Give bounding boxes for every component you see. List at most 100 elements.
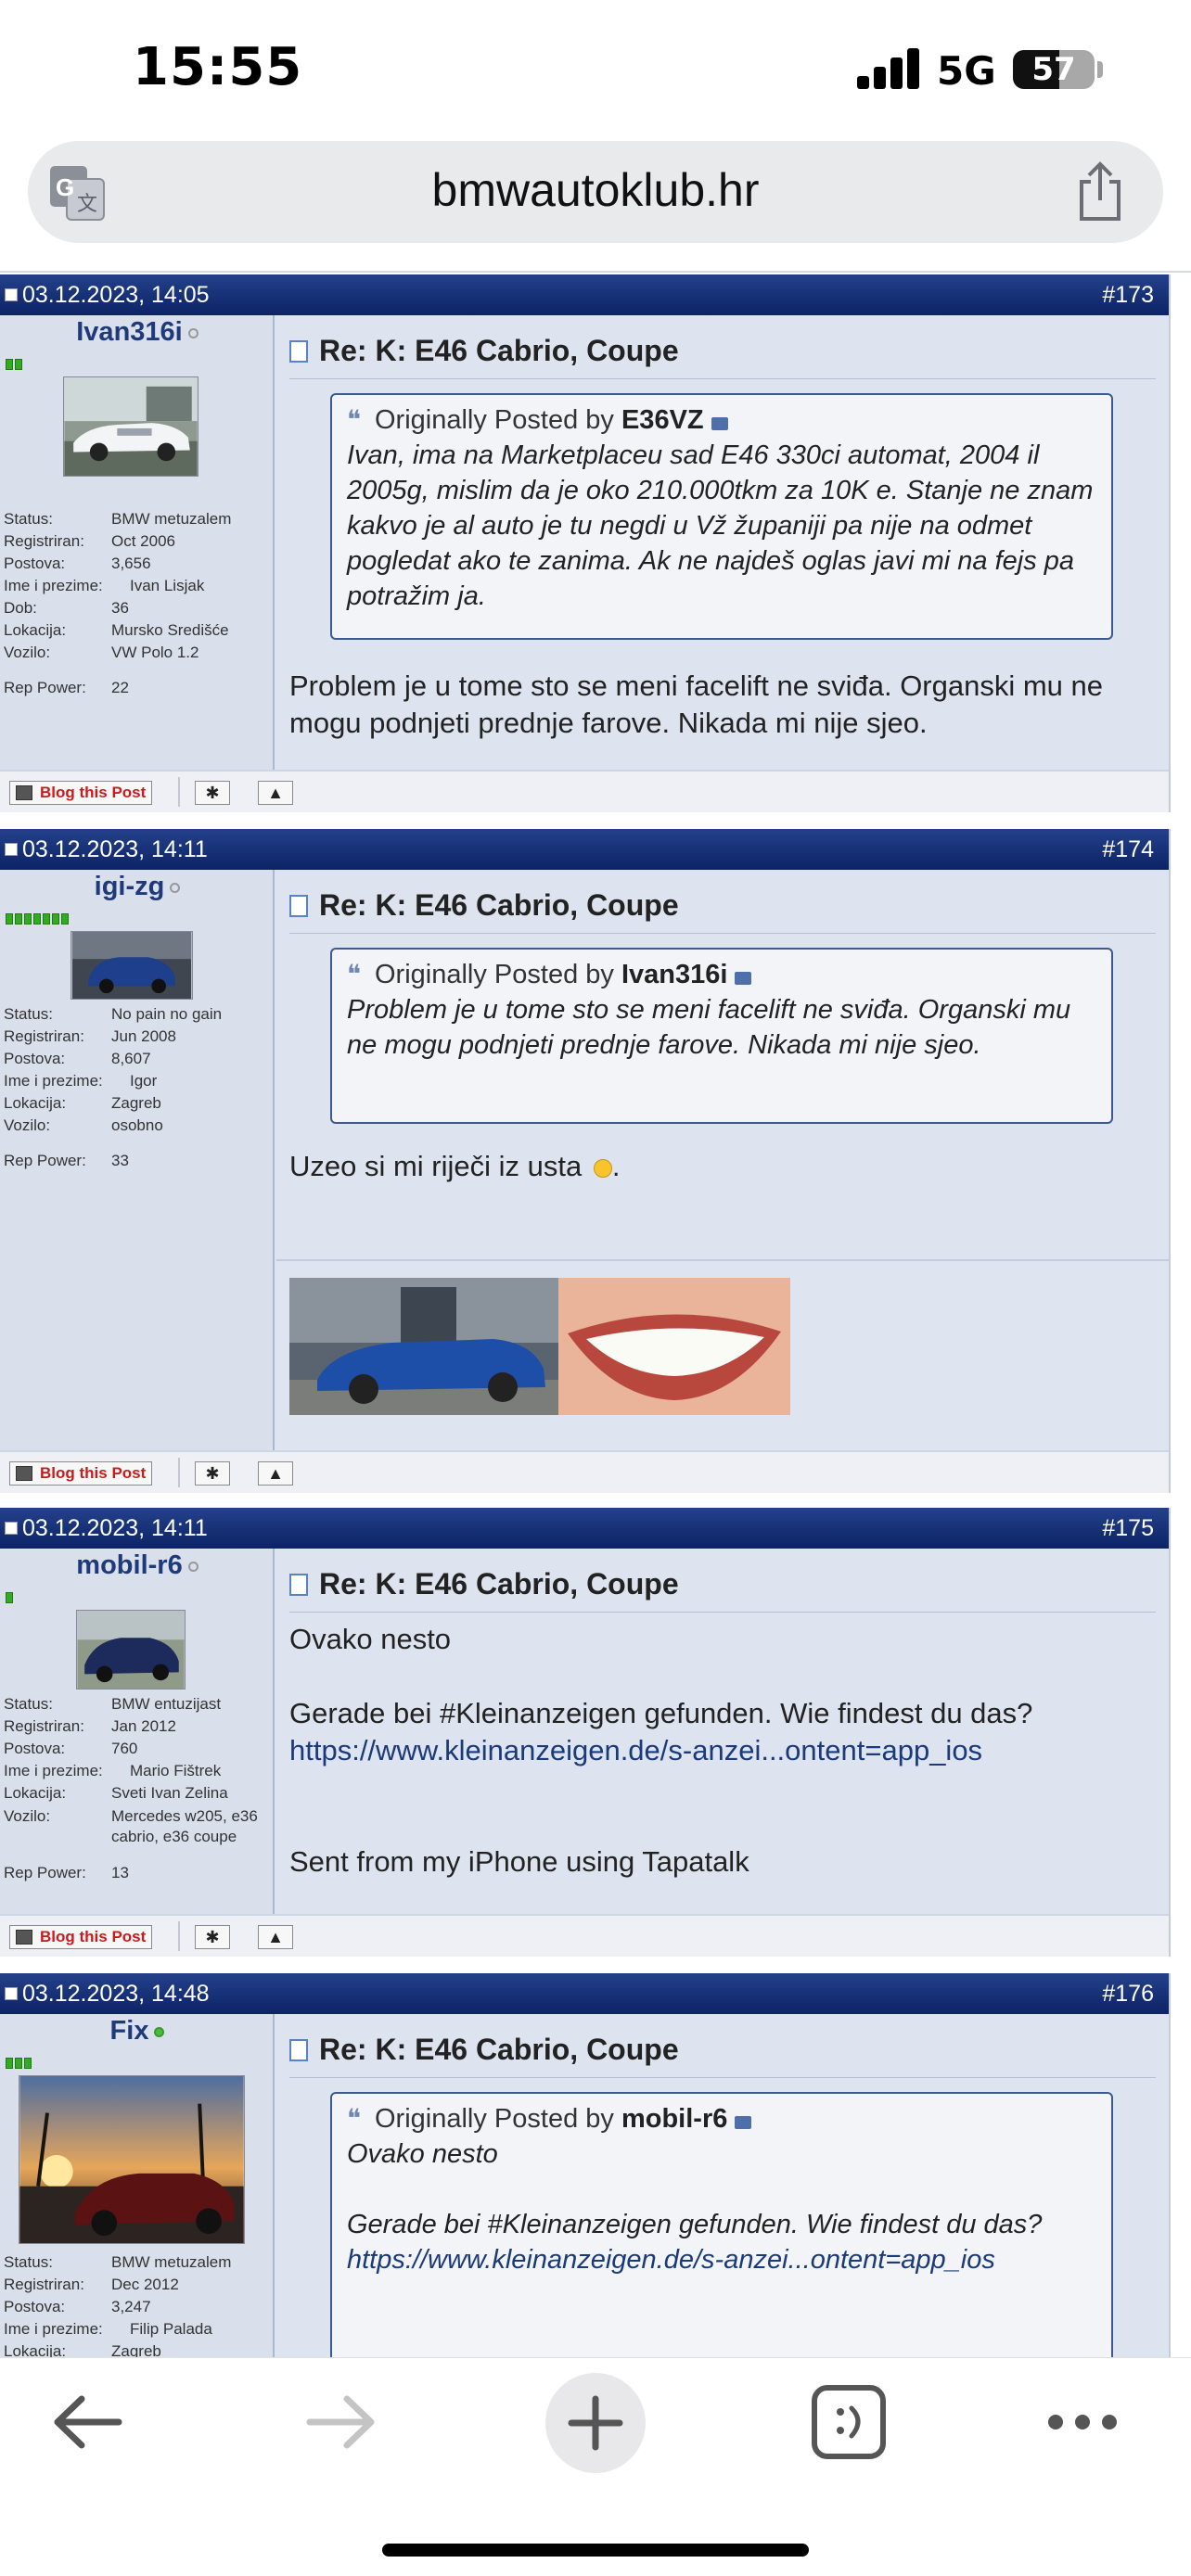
view-post-icon[interactable] — [711, 417, 728, 430]
new-tab-button[interactable] — [545, 2373, 646, 2473]
battery-tip — [1097, 61, 1103, 78]
post-header: 03.12.2023, 14:48 #176 — [0, 1973, 1169, 2014]
post-date: 03.12.2023, 14:11 — [22, 1515, 208, 1541]
post-footer: Blog this Post ✱ ▲ — [0, 1450, 1169, 1493]
warning-icon[interactable]: ▲ — [258, 1461, 293, 1486]
divider — [0, 271, 1191, 273]
browser-toolbar — [0, 2357, 1191, 2576]
quote-icon: ❝ — [347, 959, 362, 989]
star-icon[interactable]: ✱ — [195, 1925, 230, 1949]
username-link[interactable]: igi-zg — [0, 872, 275, 902]
quote-block: ❝ Originally Posted by E36VZ Ivan, ima na… — [330, 393, 1113, 640]
quote-icon: ❝ — [347, 404, 362, 435]
avatar[interactable] — [63, 376, 198, 477]
quote-icon: ❝ — [347, 2103, 362, 2134]
post-footer: Blog this Post ✱ ▲ — [0, 1914, 1169, 1957]
view-post-icon[interactable] — [735, 972, 752, 985]
post-date: 03.12.2023, 14:11 — [22, 836, 208, 862]
quote-block: ❝ Originally Posted by mobil-r6 Ovako nes… — [330, 2092, 1113, 2357]
document-icon — [289, 2039, 308, 2061]
signature — [276, 1259, 1169, 1450]
quote-text: Ivan, ima na Marketplaceu sad E46 330ci … — [347, 440, 1094, 611]
divider — [289, 1612, 1156, 1613]
tabs-icon[interactable] — [798, 2371, 900, 2473]
status-dot — [187, 1561, 198, 1572]
document-icon — [289, 340, 308, 363]
post-message: Problem je u tome sto se meni facelift n… — [289, 670, 1104, 739]
divider — [289, 378, 1156, 379]
status-dot — [170, 882, 181, 893]
post-body: Ivan316i Status: BMW metuzalem Registrira… — [0, 315, 1169, 770]
address-bar[interactable]: G 文 bmwautoklub.hr — [28, 141, 1163, 243]
reputation-bar — [6, 2057, 33, 2069]
document-icon — [289, 1574, 308, 1596]
blog-icon — [16, 1930, 32, 1945]
quote-text: Gerade bei #Kleinanzeigen gefunden. Wie … — [347, 2210, 1043, 2239]
post-body: Fix Status: BMW metuzalem Registriran: Dec… — [0, 2014, 1169, 2357]
avatar[interactable] — [76, 1610, 186, 1690]
signal-icon — [857, 46, 920, 89]
user-info: Fix Status: BMW metuzalem Registriran: Dec… — [0, 2014, 275, 2357]
post-icon — [5, 1522, 18, 1535]
user-info: igi-zg Status: No pain no gain Registrira… — [0, 870, 275, 1450]
post-icon — [5, 843, 18, 856]
post-number-link[interactable]: #174 — [1102, 829, 1154, 870]
online-status-dot — [154, 2026, 165, 2037]
blog-this-post-button[interactable]: Blog this Post — [9, 781, 153, 805]
battery-level: 57 — [1031, 51, 1076, 88]
star-icon[interactable]: ✱ — [195, 1461, 230, 1486]
username-link[interactable]: Ivan316i — [0, 317, 275, 348]
username-link[interactable]: Fix — [0, 2016, 275, 2047]
view-post-icon[interactable] — [735, 2116, 752, 2129]
post-content: Re: K: E46 Cabrio, Coupe Ovako nesto Ger… — [276, 1549, 1169, 1914]
blog-this-post-button[interactable]: Blog this Post — [9, 1461, 153, 1486]
plus-icon — [568, 2395, 623, 2451]
divider — [178, 1921, 180, 1951]
star-icon[interactable]: ✱ — [195, 781, 230, 805]
post-message-line: Sent from my iPhone using Tapatalk — [289, 1845, 749, 1878]
quote-text: Problem je u tome sto se meni facelift n… — [347, 995, 1071, 1060]
forward-arrow-icon[interactable] — [289, 2371, 391, 2473]
post-number-link[interactable]: #173 — [1102, 274, 1154, 315]
post-body: igi-zg Status: No pain no gain Registrira… — [0, 870, 1169, 1450]
status-dot — [187, 327, 198, 338]
forum-thread: 03.12.2023, 14:05 #173 Ivan316i Status: B… — [0, 271, 1191, 2357]
reputation-bar — [6, 912, 70, 925]
user-info: mobil-r6 Status: BMW entuzijast Registrir… — [0, 1549, 275, 1914]
username[interactable]: Fix — [110, 2016, 149, 2046]
url-domain[interactable]: bmwautoklub.hr — [28, 163, 1163, 217]
warning-icon[interactable]: ▲ — [258, 781, 293, 805]
network-type: 5G — [937, 48, 996, 94]
username-link[interactable]: mobil-r6 — [0, 1550, 275, 1581]
quote-author: Ivan316i — [621, 960, 728, 989]
divider — [178, 1458, 180, 1487]
username[interactable]: igi-zg — [95, 872, 165, 901]
back-arrow-icon[interactable] — [37, 2371, 139, 2473]
more-icon[interactable] — [1031, 2371, 1133, 2473]
avatar[interactable] — [70, 931, 193, 1000]
blog-this-post-button[interactable]: Blog this Post — [9, 1925, 153, 1949]
post-header: 03.12.2023, 14:11 #174 — [0, 829, 1169, 870]
avatar[interactable] — [19, 2075, 245, 2244]
post-title: Re: K: E46 Cabrio, Coupe — [289, 888, 679, 923]
forum-post: 03.12.2023, 14:05 #173 Ivan316i Status: B… — [0, 274, 1171, 812]
external-link[interactable]: https://www.kleinanzeigen.de/s-anzei...o… — [347, 2245, 995, 2275]
post-content: Re: K: E46 Cabrio, Coupe ❝ Originally Pos… — [276, 315, 1169, 770]
post-message-line: Gerade bei #Kleinanzeigen gefunden. Wie … — [289, 1697, 1033, 1729]
warning-icon[interactable]: ▲ — [258, 1925, 293, 1949]
quote-author: mobil-r6 — [621, 2104, 728, 2134]
username[interactable]: Ivan316i — [76, 317, 182, 347]
status-bar: 15:55 5G 57 — [0, 0, 1191, 139]
external-link[interactable]: https://www.kleinanzeigen.de/s-anzei...o… — [289, 1734, 982, 1766]
share-icon[interactable] — [1074, 161, 1126, 223]
post-content: Re: K: E46 Cabrio, Coupe ❝ Originally Pos… — [276, 870, 1169, 1450]
forum-post: 03.12.2023, 14:11 #174 igi-zg Status: No … — [0, 829, 1171, 1493]
post-number-link[interactable]: #175 — [1102, 1508, 1154, 1549]
post-date: 03.12.2023, 14:05 — [22, 282, 210, 308]
battery-icon: 57 — [1013, 50, 1095, 89]
post-number-link[interactable]: #176 — [1102, 1973, 1154, 2014]
clock: 15:55 — [133, 37, 303, 97]
username[interactable]: mobil-r6 — [76, 1550, 182, 1580]
quote-author: E36VZ — [621, 405, 704, 435]
post-title: Re: K: E46 Cabrio, Coupe — [289, 1567, 679, 1601]
